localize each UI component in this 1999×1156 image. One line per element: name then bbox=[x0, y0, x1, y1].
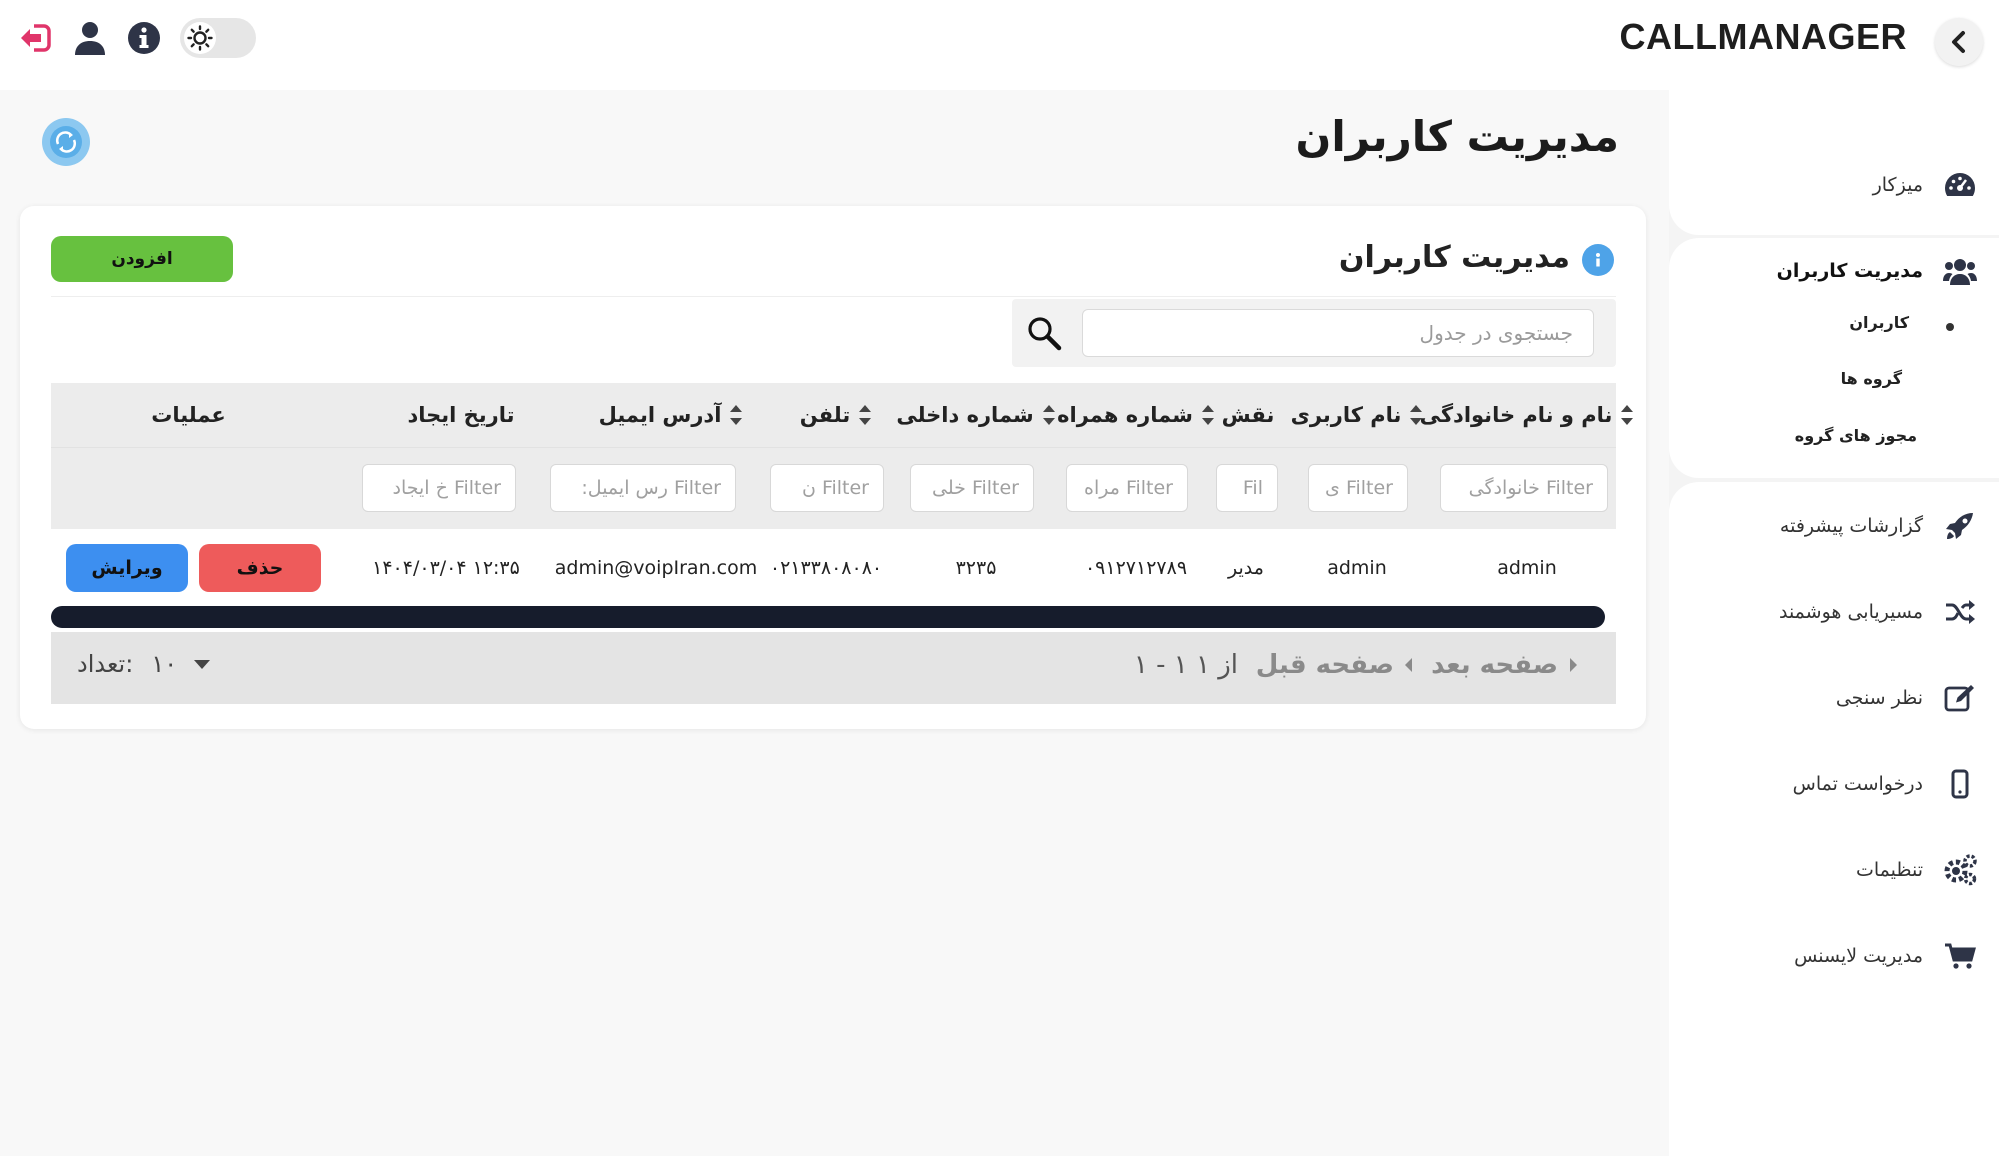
sidebar-item-dashboard[interactable]: میزکار bbox=[1873, 168, 1977, 202]
sort-icon bbox=[858, 404, 872, 426]
rocket-icon bbox=[1943, 509, 1977, 543]
cell-extension: ۳۲۳۵ bbox=[955, 557, 997, 579]
cart-icon bbox=[1943, 939, 1977, 973]
table-row: admin admin مدیر ۰۹۱۲۷۱۲۷۸۹ ۳۲۳۵ ۰۲۱۳۳۸۰… bbox=[51, 529, 1616, 607]
add-user-button[interactable]: افزودن bbox=[51, 236, 233, 282]
sun-icon bbox=[184, 22, 216, 54]
refresh-icon bbox=[50, 126, 82, 158]
col-header-actions: عملیات bbox=[151, 403, 226, 427]
sidebar-item-survey[interactable]: نظر سنجی bbox=[1836, 681, 1977, 715]
sidebar-item-label: گزارشات پیشرفته bbox=[1779, 515, 1923, 537]
filter-role[interactable] bbox=[1216, 464, 1278, 512]
dashboard-icon bbox=[1943, 168, 1977, 202]
caret-right-icon bbox=[1570, 658, 1577, 672]
col-header-phone[interactable]: تلفن bbox=[776, 383, 896, 447]
pagination-bar: صفحه بعد صفحه قبل از ۱ ۱ - ۱ تعداد: ۱۰ bbox=[51, 632, 1616, 704]
users-table: نام و نام خانوادگی نام کاربری نقش شماره … bbox=[51, 383, 1634, 607]
refresh-button[interactable] bbox=[42, 118, 90, 166]
col-header-created: تاریخ ایجاد bbox=[407, 403, 515, 427]
page-size-select[interactable]: ۱۰ bbox=[151, 650, 211, 678]
sidebar-item-advanced-reports[interactable]: گزارشات پیشرفته bbox=[1780, 509, 1977, 543]
mobile-icon bbox=[1943, 767, 1977, 801]
sidebar-item-settings[interactable]: تنظیمات bbox=[1856, 853, 1977, 887]
sidebar-block-bottom bbox=[1669, 482, 1999, 1156]
caret-left-icon bbox=[1405, 658, 1412, 672]
filter-extension[interactable] bbox=[910, 464, 1034, 512]
sort-icon bbox=[729, 404, 743, 426]
prev-page-button[interactable]: صفحه قبل bbox=[1256, 650, 1414, 680]
sidebar-item-label: مدیریت کاربران bbox=[1776, 260, 1923, 282]
filter-phone[interactable] bbox=[770, 464, 884, 512]
chevron-left-icon bbox=[1952, 31, 1965, 53]
search-input[interactable] bbox=[1082, 309, 1594, 357]
cell-created: ۱۴۰۴/۰۳/۰۴ ۱۲:۳۵ bbox=[372, 557, 520, 579]
cell-phone: ۰۲۱۳۳۸۰۸۰۸۰ bbox=[769, 557, 883, 579]
cell-username: admin bbox=[1327, 557, 1387, 579]
sidebar-subitem-group-permissions[interactable]: مجوز های گروه bbox=[1795, 426, 1917, 445]
sidebar-item-license[interactable]: مدیریت لایسنس bbox=[1794, 939, 1977, 973]
sidebar-collapse-button[interactable] bbox=[1935, 18, 1983, 66]
top-icons bbox=[18, 18, 256, 58]
sidebar-item-smart-routing[interactable]: مسیریابی هوشمند bbox=[1779, 595, 1977, 629]
page-size-label: تعداد: bbox=[77, 650, 134, 678]
shuffle-icon bbox=[1943, 595, 1977, 629]
sidebar-item-call-request[interactable]: درخواست تماس bbox=[1793, 767, 1977, 801]
sort-icon bbox=[1620, 404, 1634, 426]
info-icon bbox=[1582, 244, 1614, 276]
col-header-extension[interactable]: شماره داخلی bbox=[896, 383, 1056, 447]
col-header-email[interactable]: آدرس ایمیل bbox=[576, 383, 766, 447]
active-bullet bbox=[1946, 323, 1954, 331]
gears-icon bbox=[1943, 853, 1977, 887]
chevron-down-icon bbox=[194, 660, 211, 669]
users-icon bbox=[1943, 254, 1977, 288]
table-header: نام و نام خانوادگی نام کاربری نقش شماره … bbox=[51, 383, 1634, 447]
sidebar-subitem-users[interactable]: کاربران bbox=[1849, 313, 1909, 332]
page-range: از ۱ ۱ - ۱ bbox=[1133, 650, 1238, 680]
top-bar: CALLMANAGER bbox=[0, 0, 1999, 90]
sort-icon bbox=[1409, 404, 1423, 426]
col-header-full-name[interactable]: نام و نام خانوادگی bbox=[1420, 383, 1634, 447]
sidebar-item-label: درخواست تماس bbox=[1792, 773, 1923, 795]
search-bar bbox=[1012, 299, 1616, 367]
card-title: مدیریت کاربران bbox=[1338, 240, 1570, 275]
sidebar-item-label: تنظیمات bbox=[1855, 859, 1923, 881]
user-icon[interactable] bbox=[72, 18, 108, 58]
sidebar-item-label: میزکار bbox=[1872, 174, 1923, 196]
sidebar-item-label: مدیریت لایسنس bbox=[1794, 945, 1923, 967]
cell-role: مدیر bbox=[1228, 557, 1264, 579]
sort-icon bbox=[1201, 404, 1215, 426]
search-icon[interactable] bbox=[1026, 315, 1062, 351]
cell-mobile: ۰۹۱۲۷۱۲۷۸۹ bbox=[1084, 557, 1188, 579]
col-header-mobile[interactable]: شماره همراه bbox=[1056, 383, 1216, 447]
sidebar-item-label: مسیریابی هوشمند bbox=[1778, 601, 1923, 623]
edit-icon bbox=[1943, 681, 1977, 715]
filter-username[interactable] bbox=[1308, 464, 1408, 512]
sidebar-item-label: نظر سنجی bbox=[1835, 687, 1923, 709]
filter-row bbox=[51, 447, 1616, 529]
filter-full-name[interactable] bbox=[1440, 464, 1608, 512]
sort-icon bbox=[1042, 404, 1056, 426]
delete-button[interactable]: حذف bbox=[199, 544, 321, 592]
sidebar-block-top bbox=[1669, 90, 1999, 235]
next-page-button[interactable]: صفحه بعد bbox=[1431, 650, 1578, 680]
page-title: مدیریت کاربران bbox=[1295, 112, 1619, 161]
brand-title: CALLMANAGER bbox=[1619, 16, 1907, 57]
filter-mobile[interactable] bbox=[1066, 464, 1188, 512]
col-header-role[interactable]: نقش bbox=[1220, 383, 1276, 447]
col-header-username[interactable]: نام کاربری bbox=[1276, 383, 1438, 447]
divider bbox=[51, 296, 1616, 297]
horizontal-scrollbar[interactable] bbox=[51, 606, 1605, 628]
page-size-control: تعداد: ۱۰ bbox=[77, 650, 211, 678]
theme-toggle[interactable] bbox=[180, 18, 256, 58]
cell-email: admin@voipIran.com bbox=[554, 557, 758, 579]
sidebar-subitem-groups[interactable]: گروه ها bbox=[1841, 369, 1902, 388]
users-card: مدیریت کاربران افزودن نام و نام خانوادگی… bbox=[20, 206, 1646, 729]
edit-button[interactable]: ویرایش bbox=[66, 544, 188, 592]
info-icon[interactable] bbox=[126, 18, 162, 58]
filter-email[interactable] bbox=[550, 464, 736, 512]
logout-icon[interactable] bbox=[18, 18, 54, 58]
cell-full-name: admin bbox=[1497, 557, 1557, 579]
sidebar-item-user-management[interactable]: مدیریت کاربران bbox=[1777, 254, 1977, 288]
filter-created[interactable] bbox=[362, 464, 516, 512]
